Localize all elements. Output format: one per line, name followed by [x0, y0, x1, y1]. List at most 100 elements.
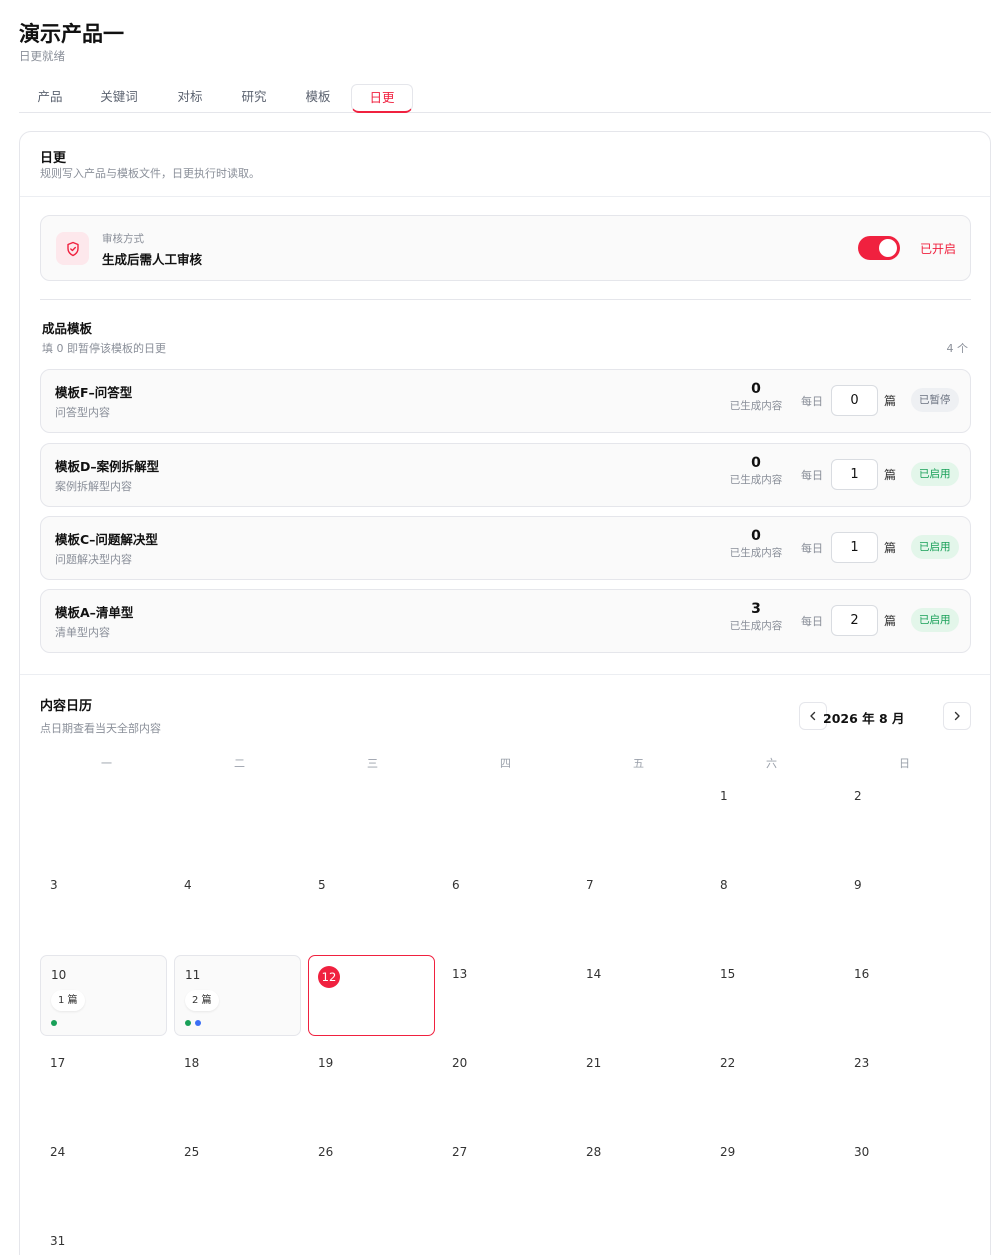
weekday-label: 一	[101, 757, 112, 770]
unit-label: 篇	[884, 468, 897, 482]
status-badge: 已暂停	[911, 388, 959, 412]
templates-hint: 填 0 即暂停该模板的日更	[42, 342, 166, 355]
calendar-day[interactable]: 22	[710, 1044, 837, 1125]
calendar-day[interactable]: 13	[442, 955, 569, 1036]
template-subtitle: 清单型内容	[55, 626, 110, 639]
calendar-day-with-content[interactable]: 11 2 篇	[174, 955, 301, 1036]
weekday-label: 四	[500, 757, 511, 770]
template-row: 模板A–清单型 清单型内容 3 已生成内容 每日 篇 已启用	[40, 589, 971, 653]
template-name: 模板D–案例拆解型	[55, 459, 160, 474]
tab-keywords[interactable]: 关键词	[88, 84, 150, 112]
calendar-day[interactable]: 8	[710, 866, 837, 947]
calendar-day[interactable]: 29	[710, 1133, 837, 1214]
review-toggle-status: 已开启	[920, 242, 957, 256]
content-dot	[185, 1020, 191, 1026]
calendar-day[interactable]: 7	[576, 866, 703, 947]
day-number: 1	[720, 789, 728, 803]
calendar-day[interactable]: 25	[174, 1133, 301, 1214]
tab-benchmark[interactable]: 对标	[159, 84, 221, 112]
calendar-day[interactable]: 16	[844, 955, 971, 1036]
generated-count: 3	[751, 601, 761, 617]
day-number: 26	[318, 1145, 334, 1159]
daily-settings-card: 日更 规则写入产品与模板文件，日更执行时读取。 审核方式 生成后需人工审核 已开…	[19, 131, 991, 1255]
weekday-label: 五	[633, 757, 644, 770]
template-subtitle: 问答型内容	[55, 406, 110, 419]
tab-research[interactable]: 研究	[223, 84, 285, 112]
tab-product[interactable]: 产品	[19, 84, 81, 112]
calendar-day[interactable]: 31	[40, 1222, 167, 1255]
calendar-day-with-content[interactable]: 10 1 篇	[40, 955, 167, 1036]
day-number: 15	[720, 967, 736, 981]
generated-stat: 0 已生成内容	[721, 381, 791, 413]
day-number: 30	[854, 1145, 870, 1159]
calendar-day[interactable]: 23	[844, 1044, 971, 1125]
template-row: 模板D–案例拆解型 案例拆解型内容 0 已生成内容 每日 篇 已启用	[40, 443, 971, 507]
calendar-day[interactable]: 27	[442, 1133, 569, 1214]
review-mode-value: 生成后需人工审核	[102, 252, 203, 267]
day-number: 2	[854, 789, 862, 803]
section-divider	[20, 674, 990, 675]
daily-count-input[interactable]	[831, 532, 878, 563]
generated-stat: 3 已生成内容	[721, 601, 791, 633]
day-number: 14	[586, 967, 602, 981]
day-number: 8	[720, 878, 728, 892]
calendar-day[interactable]: 14	[576, 955, 703, 1036]
template-name: 模板C–问题解决型	[55, 532, 158, 547]
daily-label: 每日	[801, 395, 823, 408]
daily-count-input[interactable]	[831, 385, 878, 416]
section-title: 日更	[40, 151, 67, 166]
weekday-label: 日	[899, 757, 910, 770]
calendar-day[interactable]: 20	[442, 1044, 569, 1125]
status-badge: 已启用	[911, 535, 959, 559]
day-number: 27	[452, 1145, 468, 1159]
generated-label: 已生成内容	[729, 547, 783, 559]
day-number: 6	[452, 878, 460, 892]
calendar-day[interactable]: 15	[710, 955, 837, 1036]
calendar-title: 内容日历	[40, 699, 93, 714]
review-toggle[interactable]	[858, 236, 900, 260]
calendar-day[interactable]: 30	[844, 1133, 971, 1214]
calendar-day-today[interactable]: 12	[308, 955, 435, 1036]
calendar-day[interactable]: 9	[844, 866, 971, 947]
calendar-day[interactable]: 19	[308, 1044, 435, 1125]
weekday-label: 二	[234, 757, 245, 770]
daily-count-input[interactable]	[831, 605, 878, 636]
calendar-day[interactable]: 24	[40, 1133, 167, 1214]
weekday-label: 三	[367, 757, 378, 770]
day-number: 7	[586, 878, 594, 892]
calendar-day[interactable]: 6	[442, 866, 569, 947]
calendar-day[interactable]: 4	[174, 866, 301, 947]
calendar-day[interactable]: 18	[174, 1044, 301, 1125]
calendar-day[interactable]: 1	[710, 777, 837, 858]
section-description: 规则写入产品与模板文件，日更执行时读取。	[40, 167, 260, 180]
daily-label: 每日	[801, 615, 823, 628]
day-number: 9	[854, 878, 862, 892]
calendar-day[interactable]: 26	[308, 1133, 435, 1214]
chevron-right-icon	[954, 711, 960, 721]
generated-count: 0	[751, 455, 761, 471]
generated-label: 已生成内容	[729, 474, 783, 486]
daily-label: 每日	[801, 469, 823, 482]
unit-label: 篇	[884, 541, 897, 555]
review-mode-label: 审核方式	[102, 233, 144, 245]
calendar-day[interactable]: 21	[576, 1044, 703, 1125]
day-number: 17	[50, 1056, 66, 1070]
templates-title: 成品模板	[42, 321, 93, 336]
calendar-day[interactable]: 2	[844, 777, 971, 858]
calendar-day[interactable]: 28	[576, 1133, 703, 1214]
day-number: 21	[586, 1056, 602, 1070]
daily-count-input[interactable]	[831, 459, 878, 490]
tab-daily[interactable]: 日更	[351, 84, 413, 113]
calendar-day[interactable]: 5	[308, 866, 435, 947]
today-marker: 12	[318, 966, 340, 988]
tab-bar: 产品 关键词 对标 研究 模板 日更	[19, 84, 991, 113]
tab-templates[interactable]: 模板	[287, 84, 349, 112]
review-mode-box: 审核方式 生成后需人工审核 已开启	[40, 215, 971, 281]
next-month-button[interactable]	[943, 702, 971, 730]
calendar-day[interactable]: 3	[40, 866, 167, 947]
template-name: 模板A–清单型	[55, 605, 134, 620]
calendar-day[interactable]: 17	[40, 1044, 167, 1125]
status-badge: 已启用	[911, 462, 959, 486]
day-number: 20	[452, 1056, 468, 1070]
status-badge: 已启用	[911, 608, 959, 632]
